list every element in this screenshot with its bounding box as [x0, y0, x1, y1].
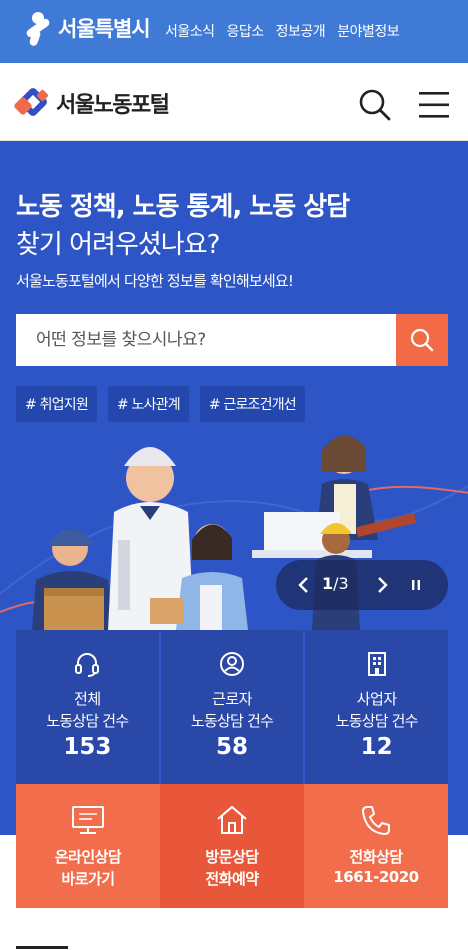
- stat-worker-count: 58: [216, 734, 249, 760]
- stat-total-label2: 노동상담 건수: [46, 712, 129, 730]
- stat-total-label1: 전체: [74, 690, 101, 708]
- stat-employer-count: 12: [360, 734, 393, 760]
- hamburger-menu-icon: [419, 92, 449, 118]
- tag-employment-support[interactable]: # 취업지원: [16, 386, 97, 422]
- chevron-right-icon[interactable]: [376, 575, 390, 595]
- consultation-quick-links: 온라인상담 바로가기 방문상담 전화예약 전화상담 1661-2020: [16, 784, 448, 908]
- site-logo[interactable]: 서울노동포털: [13, 85, 170, 121]
- chevron-left-icon[interactable]: [296, 575, 310, 595]
- seoul-city-logo[interactable]: 서울특별시: [22, 10, 151, 47]
- site-header: 서울노동포털: [0, 63, 468, 141]
- top-link-news[interactable]: 서울소식: [165, 21, 215, 41]
- stat-employer-label2: 노동상담 건수: [335, 712, 419, 730]
- stat-worker-label1: 근로자: [212, 690, 252, 708]
- consultation-stats: 전체 노동상담 건수 153 근로자 노동상담 건수 58 사업자 노동상담 건…: [16, 630, 449, 784]
- slide-current: 1: [322, 574, 334, 593]
- phone-icon: [362, 806, 390, 835]
- city-top-bar: 서울특별시 서울소식 응답소 정보공개 분야별정보: [0, 0, 468, 63]
- search-submit-button[interactable]: [396, 314, 448, 366]
- labor-portal-logo-icon: [13, 85, 52, 121]
- visit-consult-label2: 전화예약: [205, 870, 259, 888]
- hero-title-line1: 노동 정책, 노동 통계, 노동 상담: [16, 192, 350, 222]
- user-icon: [220, 652, 244, 676]
- slide-counter: 1/3: [322, 574, 349, 593]
- stat-total-count: 153: [63, 734, 112, 760]
- monitor-icon: [72, 806, 104, 834]
- city-top-nav: 서울소식 응답소 정보공개 분야별정보: [165, 21, 400, 41]
- visit-consult-button[interactable]: 방문상담 전화예약: [160, 784, 304, 908]
- hero-slider-controls: 1/3: [276, 560, 448, 610]
- search-input[interactable]: [16, 314, 396, 366]
- online-consult-label2: 바로가기: [61, 870, 115, 888]
- visit-consult-label1: 방문상담: [205, 848, 259, 866]
- site-name: 서울노동포털: [56, 93, 170, 118]
- stat-employer-label1: 사업자: [356, 690, 397, 708]
- pause-icon[interactable]: [408, 577, 424, 593]
- building-icon: [367, 652, 386, 676]
- online-consult-button[interactable]: 온라인상담 바로가기: [16, 784, 160, 908]
- hashtag-list: # 취업지원 # 노사관계 # 근로조건개선: [16, 386, 305, 422]
- tag-working-conditions[interactable]: # 근로조건개선: [199, 386, 305, 422]
- stat-worker[interactable]: 근로자 노동상담 건수 58: [158, 630, 304, 784]
- next-section-heading-peek: [16, 938, 196, 950]
- search-icon: [359, 89, 391, 121]
- online-consult-label1: 온라인상담: [54, 848, 122, 866]
- menu-button[interactable]: [417, 90, 451, 120]
- top-link-response[interactable]: 응답소: [227, 21, 265, 41]
- phone-consult-button[interactable]: 전화상담 1661-2020: [304, 784, 448, 908]
- stat-worker-label2: 노동상담 건수: [191, 712, 274, 730]
- hero-description: 서울노동포털에서 다양한 정보를 확인해보세요!: [16, 272, 294, 290]
- stat-total[interactable]: 전체 노동상담 건수 153: [16, 630, 159, 784]
- search-icon: [410, 328, 434, 352]
- phone-consult-number: 1661-2020: [333, 868, 419, 886]
- house-icon: [217, 805, 247, 834]
- tag-labor-relations[interactable]: # 노사관계: [107, 386, 189, 422]
- top-link-field-info[interactable]: 분야별정보: [337, 21, 399, 41]
- top-link-info-disclosure[interactable]: 정보공개: [276, 21, 326, 41]
- city-name: 서울특별시: [58, 17, 151, 41]
- stat-employer[interactable]: 사업자 노동상담 건수 12: [303, 630, 449, 784]
- phone-consult-label1: 전화상담: [349, 848, 403, 866]
- hero-title-line2: 찾기 어려우셨나요?: [16, 230, 220, 260]
- headset-icon: [75, 653, 100, 677]
- seoul-logo-icon: [22, 10, 54, 47]
- header-search-button[interactable]: [358, 88, 392, 122]
- hero-search-box: [16, 314, 448, 366]
- slide-total: 3: [338, 574, 349, 593]
